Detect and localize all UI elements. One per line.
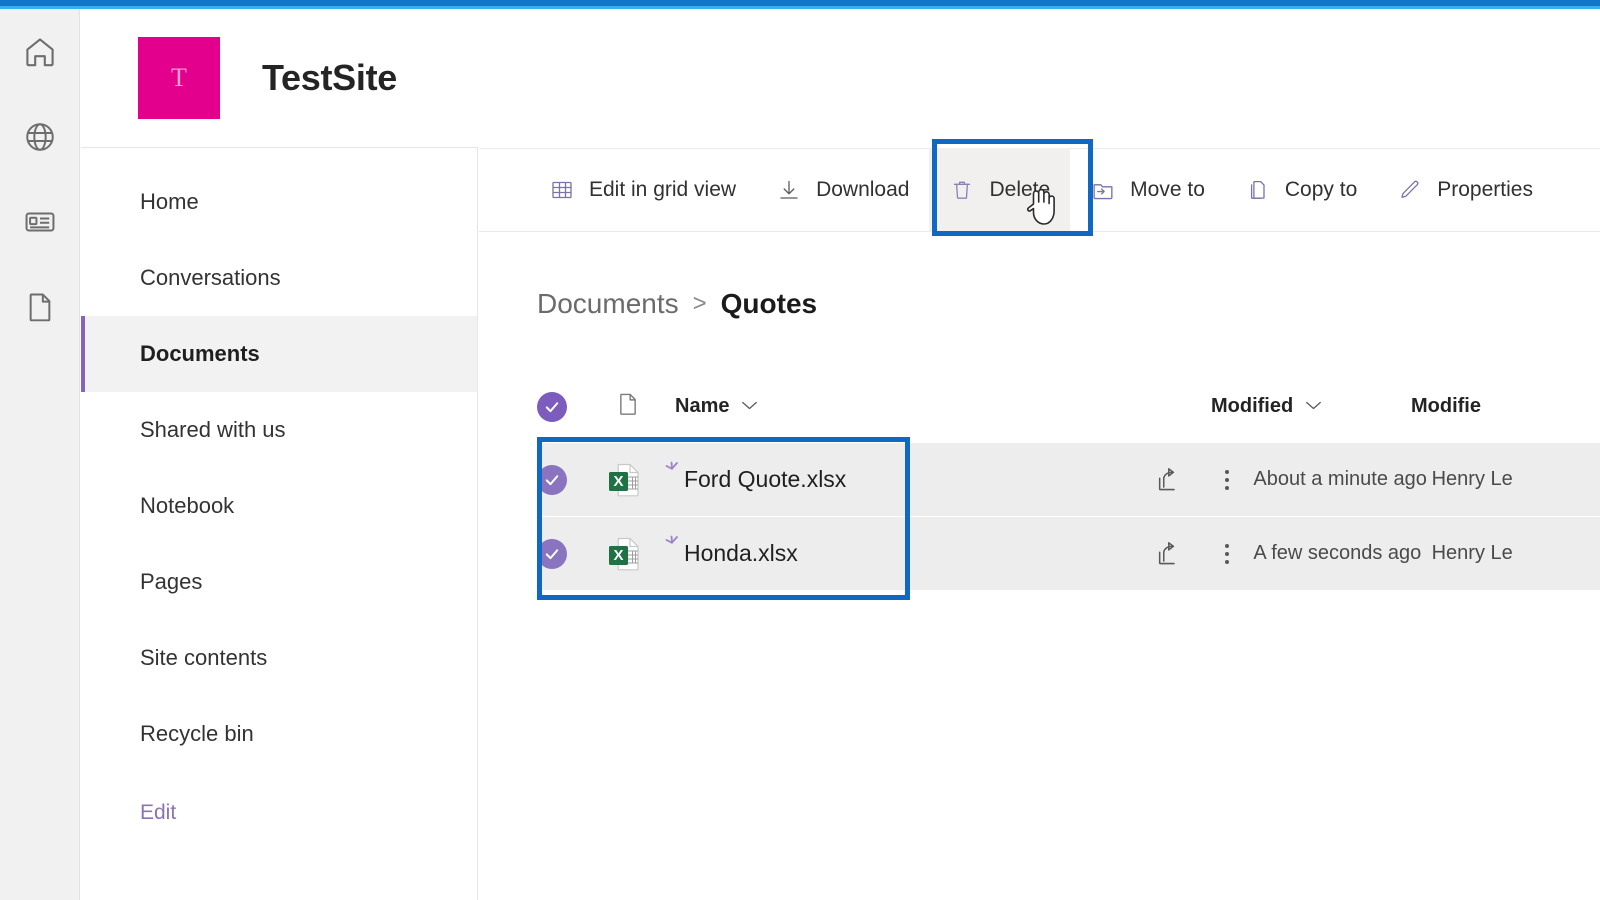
pencil-icon: [1397, 178, 1423, 202]
command-label: Copy to: [1284, 178, 1358, 201]
breadcrumb: Documents > Quotes: [537, 288, 817, 320]
row-modified-by: Henry Le: [1431, 468, 1513, 490]
row-name-cell[interactable]: Ford Quote.xlsx: [660, 461, 1138, 493]
column-header-file-type[interactable]: [615, 390, 675, 424]
sidebar-edit-link[interactable]: Edit: [81, 778, 477, 848]
sidebar-item-label: Conversations: [140, 265, 281, 290]
select-all-checkbox[interactable]: [537, 391, 615, 422]
site-logo-letter: T: [171, 63, 187, 92]
properties-button[interactable]: Properties: [1377, 148, 1553, 232]
sidebar-item-label: Documents: [140, 341, 260, 366]
sidebar-item-label: Site contents: [140, 645, 268, 670]
command-label: Edit in grid view: [589, 178, 737, 201]
column-header-modified[interactable]: Modified: [1211, 395, 1411, 418]
rail-item-home[interactable]: [0, 9, 80, 94]
command-label: Download: [816, 178, 910, 201]
share-button[interactable]: [1138, 466, 1200, 494]
sidebar-item-label: Pages: [140, 569, 203, 594]
column-header-modified-by[interactable]: Modifie: [1411, 395, 1600, 418]
breadcrumb-separator-icon: >: [692, 290, 707, 317]
column-header-name[interactable]: Name: [675, 395, 1211, 418]
site-navigation: Home Conversations Documents Shared with…: [81, 147, 478, 900]
checkmark-icon: [537, 391, 567, 422]
sidebar-item-label: Notebook: [140, 493, 235, 518]
file-name[interactable]: Ford Quote.xlsx: [684, 466, 846, 493]
row-select-checkbox[interactable]: [537, 538, 607, 569]
breadcrumb-current: Quotes: [720, 288, 818, 319]
file-list: X Ford Quote.xlsx About a minute ago Hen…: [537, 443, 1600, 591]
download-icon: [776, 178, 802, 202]
command-label: Move to: [1130, 178, 1205, 201]
excel-file-icon: X: [607, 536, 660, 572]
command-label: Properties: [1437, 178, 1533, 201]
more-vertical-icon: [1224, 543, 1229, 564]
column-header-modified-label: Modified: [1211, 395, 1294, 417]
excel-file-icon: X: [607, 462, 660, 498]
file-name[interactable]: Honda.xlsx: [684, 540, 798, 567]
new-file-sparkle-icon: [660, 460, 682, 482]
rail-item-globe[interactable]: [0, 94, 80, 179]
news-icon: [23, 205, 57, 239]
move-to-button[interactable]: Move to: [1070, 148, 1225, 232]
site-logo[interactable]: T: [138, 37, 220, 119]
sidebar-item-label: Shared with us: [140, 417, 286, 442]
column-header-modified-by-label: Modifie: [1411, 395, 1481, 417]
sidebar-edit-label: Edit: [140, 801, 177, 824]
column-header-name-label: Name: [675, 395, 730, 417]
share-button[interactable]: [1138, 540, 1200, 568]
row-more-actions-button[interactable]: [1200, 469, 1253, 490]
checkmark-icon: [537, 538, 567, 569]
trash-icon: [949, 178, 975, 202]
sidebar-item-documents[interactable]: Documents: [81, 316, 477, 392]
rail-item-document[interactable]: [0, 264, 80, 349]
svg-text:X: X: [613, 473, 623, 490]
svg-text:X: X: [613, 547, 623, 564]
mouse-cursor: [1026, 186, 1060, 228]
sidebar-item-label: Recycle bin: [140, 721, 254, 746]
sidebar-item-home[interactable]: Home: [81, 164, 477, 240]
row-modified: About a minute ago: [1253, 468, 1427, 490]
sidebar-item-conversations[interactable]: Conversations: [81, 240, 477, 316]
row-select-checkbox[interactable]: [537, 464, 607, 495]
grid-icon: [549, 178, 575, 202]
file-list-header: Name Modified Modifie: [537, 383, 1600, 430]
site-title[interactable]: TestSite: [262, 57, 397, 99]
table-row[interactable]: X Honda.xlsx A few seconds ago Henry Le: [537, 517, 1600, 591]
checkmark-icon: [537, 464, 567, 495]
row-name-cell[interactable]: Honda.xlsx: [660, 535, 1138, 567]
sidebar-item-label: Home: [140, 189, 199, 214]
move-to-icon: [1090, 178, 1116, 203]
breadcrumb-root[interactable]: Documents: [537, 288, 679, 320]
row-more-actions-button[interactable]: [1200, 543, 1253, 564]
copy-to-button[interactable]: Copy to: [1225, 148, 1377, 232]
globe-icon: [23, 120, 57, 154]
edit-in-grid-view-button[interactable]: Edit in grid view: [529, 148, 756, 232]
more-vertical-icon: [1224, 469, 1229, 490]
home-icon: [22, 34, 58, 70]
app-rail: [0, 9, 80, 900]
sidebar-item-shared-with-us[interactable]: Shared with us: [81, 392, 477, 468]
sidebar-item-pages[interactable]: Pages: [81, 544, 477, 620]
sidebar-item-recycle-bin[interactable]: Recycle bin: [81, 696, 477, 772]
sidebar-item-site-contents[interactable]: Site contents: [81, 620, 477, 696]
rail-item-news[interactable]: [0, 179, 80, 264]
document-icon: [23, 290, 57, 324]
row-modified-by: Henry Le: [1431, 542, 1513, 564]
sidebar-item-notebook[interactable]: Notebook: [81, 468, 477, 544]
chevron-down-icon: [741, 399, 758, 414]
site-header: T TestSite: [81, 9, 1600, 147]
copy-to-icon: [1245, 178, 1271, 202]
new-file-sparkle-icon: [660, 534, 682, 556]
download-button[interactable]: Download: [756, 148, 929, 232]
chevron-down-icon: [1305, 399, 1322, 414]
table-row[interactable]: X Ford Quote.xlsx About a minute ago Hen…: [537, 443, 1600, 517]
row-modified: A few seconds ago: [1253, 542, 1422, 564]
document-icon: [615, 390, 641, 424]
